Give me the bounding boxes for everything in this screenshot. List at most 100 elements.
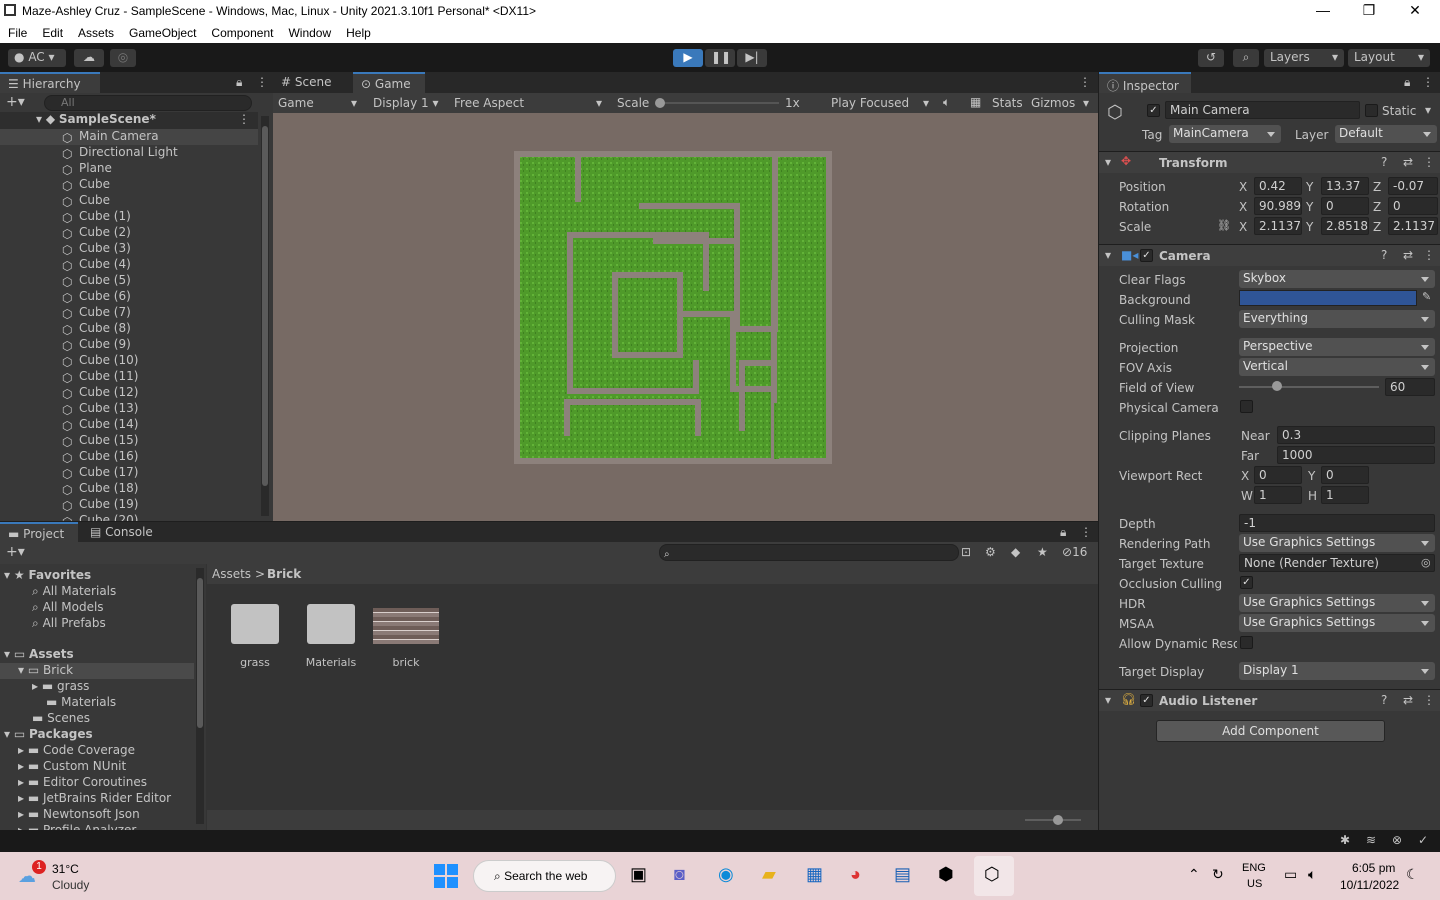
package-item[interactable]: ▸ ▬ Editor Coroutines xyxy=(18,775,147,791)
weather-desc[interactable]: Cloudy xyxy=(52,878,89,892)
start-button[interactable] xyxy=(434,864,458,888)
far-input[interactable]: 1000 xyxy=(1277,446,1435,464)
filter-icon[interactable]: ⚙︎ xyxy=(985,545,996,559)
weather-temp[interactable]: 31°C xyxy=(52,862,79,876)
clock-date[interactable]: 10/11/2022 xyxy=(1340,878,1399,892)
audio-preset-icon[interactable]: ⇄ xyxy=(1403,693,1413,707)
tag-dropdown[interactable]: MainCamera xyxy=(1169,125,1281,143)
hierarchy-item[interactable]: ⬡ Cube (5) xyxy=(0,273,258,289)
fav-all-materials[interactable]: ⌕ All Materials xyxy=(32,584,116,600)
game-viewport[interactable] xyxy=(273,113,1098,521)
pos-x-input[interactable]: 0.42 xyxy=(1254,177,1302,195)
rot-z-input[interactable]: 0 xyxy=(1388,197,1438,215)
minimize-button[interactable]: — xyxy=(1300,2,1346,18)
step-button[interactable]: ▶| xyxy=(737,49,767,67)
status-check-icon[interactable]: ✓ xyxy=(1418,833,1428,847)
hierarchy-item[interactable]: ⬡ Cube (8) xyxy=(0,321,258,337)
viewport-x-input[interactable]: 0 xyxy=(1254,466,1302,484)
notification-moon-icon[interactable]: ☾ xyxy=(1406,866,1419,883)
projection-dropdown[interactable]: Perspective xyxy=(1239,338,1435,356)
fav-all-models[interactable]: ⌕ All Models xyxy=(32,600,104,616)
project-add-icon[interactable]: +▾ xyxy=(6,544,25,560)
fov-axis-dropdown[interactable]: Vertical xyxy=(1239,358,1435,376)
object-name-input[interactable]: Main Camera xyxy=(1165,101,1360,119)
play-button[interactable]: ▶ xyxy=(673,49,703,67)
camera-help-icon[interactable]: ? xyxy=(1381,248,1387,262)
clock-time[interactable]: 6:05 pm xyxy=(1352,861,1395,875)
icon-size-slider[interactable] xyxy=(1025,815,1081,825)
near-input[interactable]: 0.3 xyxy=(1277,426,1435,444)
scl-x-input[interactable]: 2.1137 xyxy=(1254,217,1302,235)
hdr-dropdown[interactable]: Use Graphics Settings xyxy=(1239,594,1435,612)
account-dropdown[interactable]: ● AC ▾ xyxy=(8,49,66,67)
culling-dropdown[interactable]: Everything xyxy=(1239,310,1435,328)
hierarchy-item[interactable]: ⬡ Cube (10) xyxy=(0,353,258,369)
hierarchy-item[interactable]: ⬡ Directional Light xyxy=(0,145,258,161)
scale-slider[interactable] xyxy=(655,98,779,108)
menu-component[interactable]: Component xyxy=(203,23,280,43)
hierarchy-item[interactable]: ⬡ Cube (9) xyxy=(0,337,258,353)
static-checkbox[interactable] xyxy=(1365,104,1378,117)
tab-inspector[interactable]: ⓘ Inspector xyxy=(1099,72,1191,93)
hierarchy-item[interactable]: ⬡ Plane xyxy=(0,161,258,177)
mute-icon[interactable]: 🔈︎ xyxy=(943,95,950,110)
link-icon[interactable]: ⛓︎ xyxy=(1217,219,1231,232)
brick-folder-row[interactable]: ▾ ▭ Brick xyxy=(0,663,194,679)
tab-project[interactable]: ▬ Project xyxy=(0,522,78,543)
hierarchy-item[interactable]: ⬡ Cube (17) xyxy=(0,465,258,481)
project-lock-icon[interactable]: 🔒︎ xyxy=(1060,525,1066,540)
audio-menu-icon[interactable]: ⋮ xyxy=(1423,693,1435,707)
hierarchy-item[interactable]: ⬡ Cube (18) xyxy=(0,481,258,497)
display-dropdown[interactable]: Display 1 ▾ xyxy=(373,96,439,110)
static-dropdown[interactable]: ▾ xyxy=(1425,103,1431,117)
audio-listener-header[interactable]: ▾ 🎧︎ ✓ Audio Listener ? ⇄ ⋮ xyxy=(1099,689,1440,711)
search-icon[interactable]: ⌕ xyxy=(1233,49,1259,67)
active-checkbox[interactable]: ✓ xyxy=(1147,104,1160,117)
asset-brick-texture[interactable]: brick xyxy=(373,604,439,674)
audio-enabled-checkbox[interactable]: ✓ xyxy=(1140,694,1153,707)
pause-button[interactable]: ❚❚ xyxy=(705,49,735,67)
camera-menu-icon[interactable]: ⋮ xyxy=(1423,248,1435,262)
breadcrumb-assets[interactable]: Assets xyxy=(212,567,251,581)
hierarchy-item[interactable]: ⬡ Cube xyxy=(0,193,258,209)
tab-console[interactable]: ▤ Console xyxy=(82,522,164,543)
network-icon[interactable]: ▭ xyxy=(1284,866,1297,883)
unity-hub-icon[interactable]: ⬢ xyxy=(938,864,954,885)
target-texture-field[interactable]: None (Render Texture) xyxy=(1239,554,1435,572)
preset-icon[interactable]: ⇄ xyxy=(1403,155,1413,169)
search-by-type-icon[interactable]: ⊡ xyxy=(961,545,971,559)
cache-icon[interactable]: ≋ xyxy=(1366,833,1376,847)
pos-y-input[interactable]: 13.37 xyxy=(1321,177,1369,195)
packages-row[interactable]: ▾ ▭ Packages xyxy=(0,727,93,743)
rot-y-input[interactable]: 0 xyxy=(1321,197,1369,215)
language-us[interactable]: US xyxy=(1247,878,1262,890)
dynamic-resolution-checkbox[interactable] xyxy=(1240,636,1253,649)
viewport-w-input[interactable]: 1 xyxy=(1254,486,1302,504)
scene-row[interactable]: ▾ ◆ SampleScene* ⋮ xyxy=(0,112,258,129)
layout-dropdown[interactable]: Layout ▾ xyxy=(1348,49,1430,67)
msaa-dropdown[interactable]: Use Graphics Settings xyxy=(1239,614,1435,632)
play-focused-dropdown[interactable]: Play Focused xyxy=(831,96,909,110)
stats-button[interactable]: Stats xyxy=(992,96,1023,110)
target-display-dropdown[interactable]: Display 1 xyxy=(1239,662,1435,680)
audio-help-icon[interactable]: ? xyxy=(1381,693,1387,707)
collab-icon[interactable]: ◎ xyxy=(110,49,136,67)
package-item[interactable]: ▸ ▬ Newtonsoft Json xyxy=(18,807,140,823)
scl-y-input[interactable]: 2.85182 xyxy=(1321,217,1369,235)
menu-assets[interactable]: Assets xyxy=(70,23,121,43)
maximize-button[interactable]: ❐ xyxy=(1346,2,1392,19)
scl-z-input[interactable]: 2.1137 xyxy=(1388,217,1438,235)
help-icon[interactable]: ? xyxy=(1381,155,1387,169)
physical-camera-checkbox[interactable] xyxy=(1240,400,1253,413)
project-menu-icon[interactable]: ⋮ xyxy=(1080,525,1092,539)
clear-flags-dropdown[interactable]: Skybox xyxy=(1239,270,1435,288)
inspector-menu-icon[interactable]: ⋮ xyxy=(1422,75,1434,89)
depth-input[interactable]: -1 xyxy=(1239,514,1435,532)
asset-materials-folder[interactable]: Materials xyxy=(305,604,357,674)
package-item[interactable]: ▸ ▬ JetBrains Rider Editor xyxy=(18,791,171,807)
notepad-icon[interactable]: ▤ xyxy=(894,864,911,885)
camera-header[interactable]: ▾ ■◂ ✓ Camera ? ⇄ ⋮ xyxy=(1099,244,1440,266)
package-item[interactable]: ▸ ▬ Code Coverage xyxy=(18,743,135,759)
tray-chevron-icon[interactable]: ⌃ xyxy=(1188,866,1200,883)
game-mode-dropdown[interactable]: Game xyxy=(278,96,314,110)
